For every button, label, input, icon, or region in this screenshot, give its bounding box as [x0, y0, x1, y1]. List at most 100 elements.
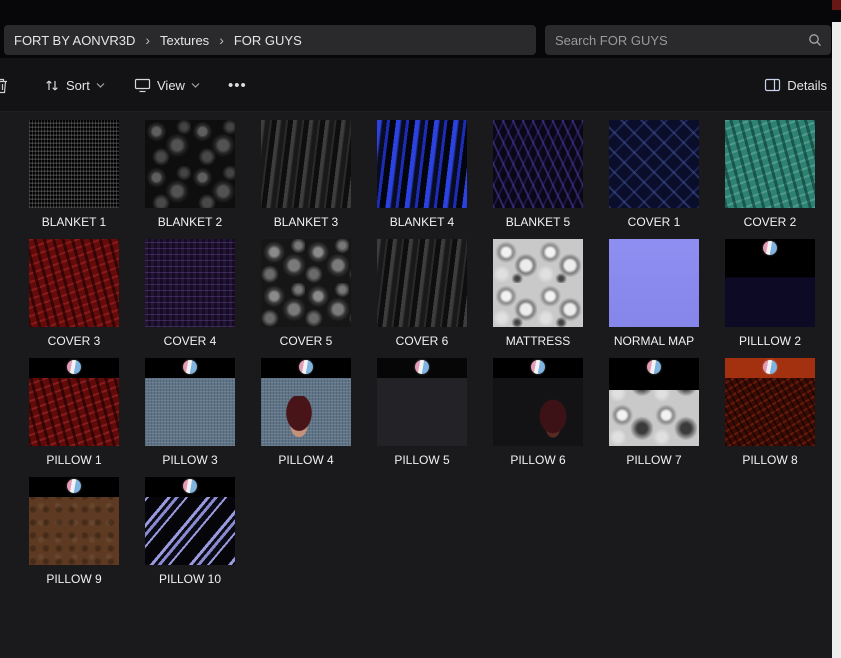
file-thumbnail	[493, 358, 583, 446]
ellipsis-icon: •••	[228, 77, 247, 94]
file-name: COVER 6	[396, 334, 449, 348]
monitor-icon	[134, 78, 151, 93]
file-name: PILLOW 9	[46, 572, 101, 586]
file-item[interactable]: COVER 4	[132, 239, 248, 358]
file-item[interactable]: PILLOW 7	[596, 358, 712, 477]
view-button[interactable]: View	[134, 58, 200, 112]
file-item[interactable]: COVER 2	[712, 120, 828, 239]
search-box	[545, 25, 831, 55]
file-thumbnail	[29, 358, 119, 446]
file-thumbnail	[377, 358, 467, 446]
file-name: BLANKET 5	[506, 215, 570, 229]
file-item[interactable]: PILLOW 9	[16, 477, 132, 596]
file-item[interactable]: BLANKET 5	[480, 120, 596, 239]
details-pane-icon	[764, 78, 781, 92]
file-thumbnail	[29, 477, 119, 565]
breadcrumb: FORT BY AONVR3D › Textures › FOR GUYS	[4, 25, 536, 55]
file-name: BLANKET 1	[42, 215, 106, 229]
file-item[interactable]: BLANKET 3	[248, 120, 364, 239]
window-edge	[832, 22, 841, 658]
file-thumbnail	[609, 358, 699, 446]
file-item[interactable]: COVER 6	[364, 239, 480, 358]
file-name: COVER 1	[628, 215, 681, 229]
file-thumbnail	[377, 239, 467, 327]
file-item[interactable]: PILLOW 1	[16, 358, 132, 477]
file-thumbnail	[145, 120, 235, 208]
file-thumbnail	[29, 239, 119, 327]
search-input[interactable]	[545, 25, 831, 55]
file-name: COVER 5	[280, 334, 333, 348]
file-thumbnail	[261, 239, 351, 327]
file-thumbnail	[145, 358, 235, 446]
titlebar: FORT BY AONVR3D › Textures › FOR GUYS	[0, 0, 841, 58]
sort-label: Sort	[66, 78, 90, 93]
file-item[interactable]: NORMAL MAP	[596, 239, 712, 358]
file-item[interactable]: COVER 3	[16, 239, 132, 358]
file-name: PILLOW 8	[742, 453, 797, 467]
sphere-badge-icon	[415, 360, 429, 374]
file-name: COVER 4	[164, 334, 217, 348]
file-thumbnail	[377, 120, 467, 208]
file-item[interactable]: BLANKET 1	[16, 120, 132, 239]
file-name: PILLOW 6	[510, 453, 565, 467]
delete-button[interactable]	[0, 58, 9, 112]
file-item[interactable]: PILLOW 10	[132, 477, 248, 596]
trash-icon	[0, 77, 9, 94]
file-name: BLANKET 3	[274, 215, 338, 229]
see-more-button[interactable]: •••	[228, 58, 247, 112]
chevron-right-icon[interactable]: ›	[145, 33, 150, 47]
sphere-badge-icon	[531, 360, 545, 374]
file-name: PILLOW 3	[162, 453, 217, 467]
file-thumbnail	[493, 120, 583, 208]
file-thumbnail	[145, 239, 235, 327]
file-item[interactable]: BLANKET 2	[132, 120, 248, 239]
details-toggle-button[interactable]: Details	[764, 58, 827, 112]
breadcrumb-item-textures[interactable]: Textures	[160, 33, 209, 48]
file-item[interactable]: PILLOW 5	[364, 358, 480, 477]
file-name: PILLOW 10	[159, 572, 221, 586]
file-item[interactable]: BLANKET 4	[364, 120, 480, 239]
file-name: PILLOW 5	[394, 453, 449, 467]
file-name: PILLOW 7	[626, 453, 681, 467]
file-name: NORMAL MAP	[614, 334, 694, 348]
background-app-corner	[832, 0, 841, 10]
file-grid: BLANKET 1 BLANKET 2 BLANKET 3 BLANKET 4 …	[16, 120, 828, 596]
search-icon[interactable]	[807, 32, 823, 48]
file-item[interactable]: COVER 5	[248, 239, 364, 358]
file-item[interactable]: PILLOW 6	[480, 358, 596, 477]
chevron-down-icon	[191, 82, 200, 88]
file-item[interactable]: MATTRESS	[480, 239, 596, 358]
file-name: PILLLOW 2	[739, 334, 801, 348]
file-item[interactable]: PILLOW 3	[132, 358, 248, 477]
sphere-badge-icon	[183, 479, 197, 493]
file-item[interactable]: PILLOW 8	[712, 358, 828, 477]
sphere-badge-icon	[67, 479, 81, 493]
sort-button[interactable]: Sort	[44, 58, 105, 112]
file-thumbnail	[29, 120, 119, 208]
file-name: BLANKET 2	[158, 215, 222, 229]
breadcrumb-item-current[interactable]: FOR GUYS	[234, 33, 302, 48]
sphere-badge-icon	[67, 360, 81, 374]
breadcrumb-item-root[interactable]: FORT BY AONVR3D	[14, 33, 135, 48]
sphere-badge-icon	[647, 360, 661, 374]
file-name: COVER 2	[744, 215, 797, 229]
chevron-down-icon	[96, 82, 105, 88]
file-item[interactable]: PILLLOW 2	[712, 239, 828, 358]
file-list-area: BLANKET 1 BLANKET 2 BLANKET 3 BLANKET 4 …	[0, 112, 841, 658]
sort-icon	[44, 78, 60, 93]
command-bar: Sort View ••• Details	[0, 58, 841, 112]
view-label: View	[157, 78, 185, 93]
file-thumbnail	[493, 239, 583, 327]
file-item[interactable]: COVER 1	[596, 120, 712, 239]
sphere-badge-icon	[763, 360, 777, 374]
file-name: PILLOW 4	[278, 453, 333, 467]
sphere-badge-icon	[299, 360, 313, 374]
file-thumbnail	[609, 239, 699, 327]
sphere-badge-icon	[763, 241, 777, 255]
chevron-right-icon[interactable]: ›	[219, 33, 224, 47]
file-thumbnail	[145, 477, 235, 565]
file-thumbnail	[261, 358, 351, 446]
file-thumbnail	[261, 120, 351, 208]
file-item[interactable]: PILLOW 4	[248, 358, 364, 477]
file-thumbnail	[609, 120, 699, 208]
